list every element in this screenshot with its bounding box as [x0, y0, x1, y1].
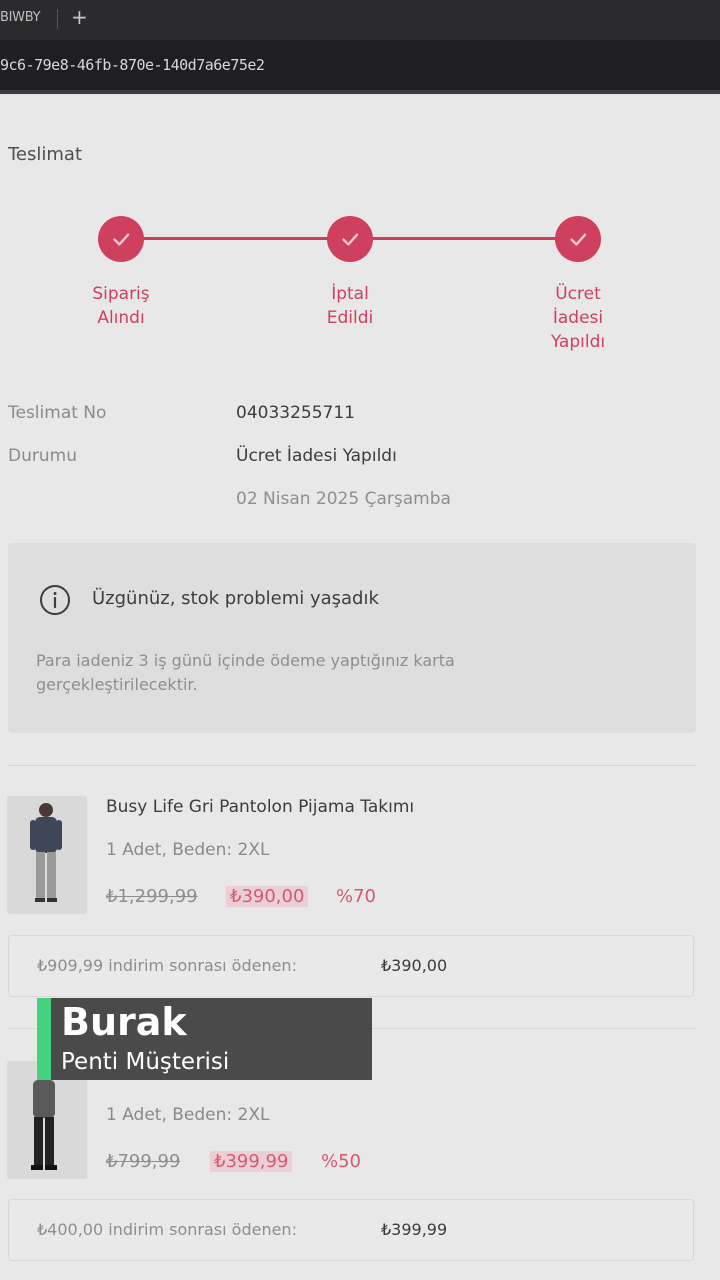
summary-value: ₺399,99 — [381, 1220, 448, 1239]
status-date: 02 Nisan 2025 Çarşamba — [236, 489, 451, 509]
status-label: Durumu — [8, 446, 77, 466]
payment-summary: ₺400,00 indirim sonrası ödenen: ₺399,99 — [8, 1199, 694, 1261]
notice-text: Para iadeniz 3 iş günü içinde ödeme yapt… — [36, 651, 455, 694]
product-image[interactable] — [7, 796, 87, 914]
price-discounted: ₺399,99 — [210, 1151, 293, 1172]
lower-third-accent-bar — [37, 998, 51, 1080]
summary-label: ₺909,99 indirim sonrası ödenen: — [37, 956, 297, 975]
product-quantity-size: 1 Adet, Beden: 2XL — [106, 1105, 270, 1125]
url-text[interactable]: 9c6-79e8-46fb-870e-140d7a6e75e2 — [0, 56, 265, 74]
divider — [8, 765, 696, 766]
browser-tab-bar: BIWBY + — [0, 0, 720, 40]
new-tab-button[interactable]: + — [71, 5, 88, 29]
stock-problem-notice: Üzgünüz, stok problemi yaşadık Para iade… — [8, 543, 696, 733]
progress-connector — [373, 237, 557, 240]
product-photo-pajama-set — [7, 796, 87, 914]
discount-percent: %70 — [336, 886, 377, 907]
discount-percent: %50 — [321, 1151, 362, 1172]
speaker-role: Penti Müşterisi — [61, 1049, 230, 1075]
info-icon — [40, 585, 70, 615]
checkmark-icon — [113, 233, 130, 246]
status-value: Ücret İadesi Yapıldı — [236, 446, 397, 466]
section-title: Teslimat — [8, 144, 83, 165]
tab-separator — [57, 9, 58, 29]
price-original: ₺1,299,99 — [106, 886, 198, 907]
step-label-refunded: Ücret İadesi Yapıldı — [550, 284, 606, 352]
order-detail-page: Teslimat Sipariş Alındı İptal Edildi Ücr… — [0, 98, 720, 1280]
step-label-order-received: Sipariş Alındı — [92, 284, 150, 328]
summary-label: ₺400,00 indirim sonrası ödenen: — [37, 1220, 297, 1239]
speaker-name: Burak — [61, 1000, 187, 1044]
checkmark-icon — [570, 233, 587, 246]
product-quantity-size: 1 Adet, Beden: 2XL — [106, 840, 270, 860]
progress-connector — [143, 237, 329, 240]
price-discounted: ₺390,00 — [226, 886, 309, 907]
payment-summary: ₺909,99 indirim sonrası ödenen: ₺390,00 — [8, 935, 694, 997]
step-complete-marker — [327, 216, 373, 262]
step-complete-marker — [555, 216, 601, 262]
step-label-cancelled: İptal Edildi — [326, 284, 374, 328]
browser-tab-title[interactable]: BIWBY — [0, 10, 41, 25]
product-name[interactable]: Busy Life Gri Pantolon Pijama Takımı — [106, 797, 414, 817]
price-original: ₺799,99 — [106, 1151, 181, 1172]
notice-title: Üzgünüz, stok problemi yaşadık — [92, 588, 379, 609]
summary-value: ₺390,00 — [381, 956, 448, 975]
delivery-number-label: Teslimat No — [8, 403, 107, 423]
speaker-lower-third: Burak Penti Müşterisi — [37, 998, 372, 1080]
delivery-number-value: 04033255711 — [236, 403, 355, 423]
address-bar[interactable]: 9c6-79e8-46fb-870e-140d7a6e75e2 — [0, 40, 720, 94]
checkmark-icon — [342, 233, 359, 246]
step-complete-marker — [98, 216, 144, 262]
